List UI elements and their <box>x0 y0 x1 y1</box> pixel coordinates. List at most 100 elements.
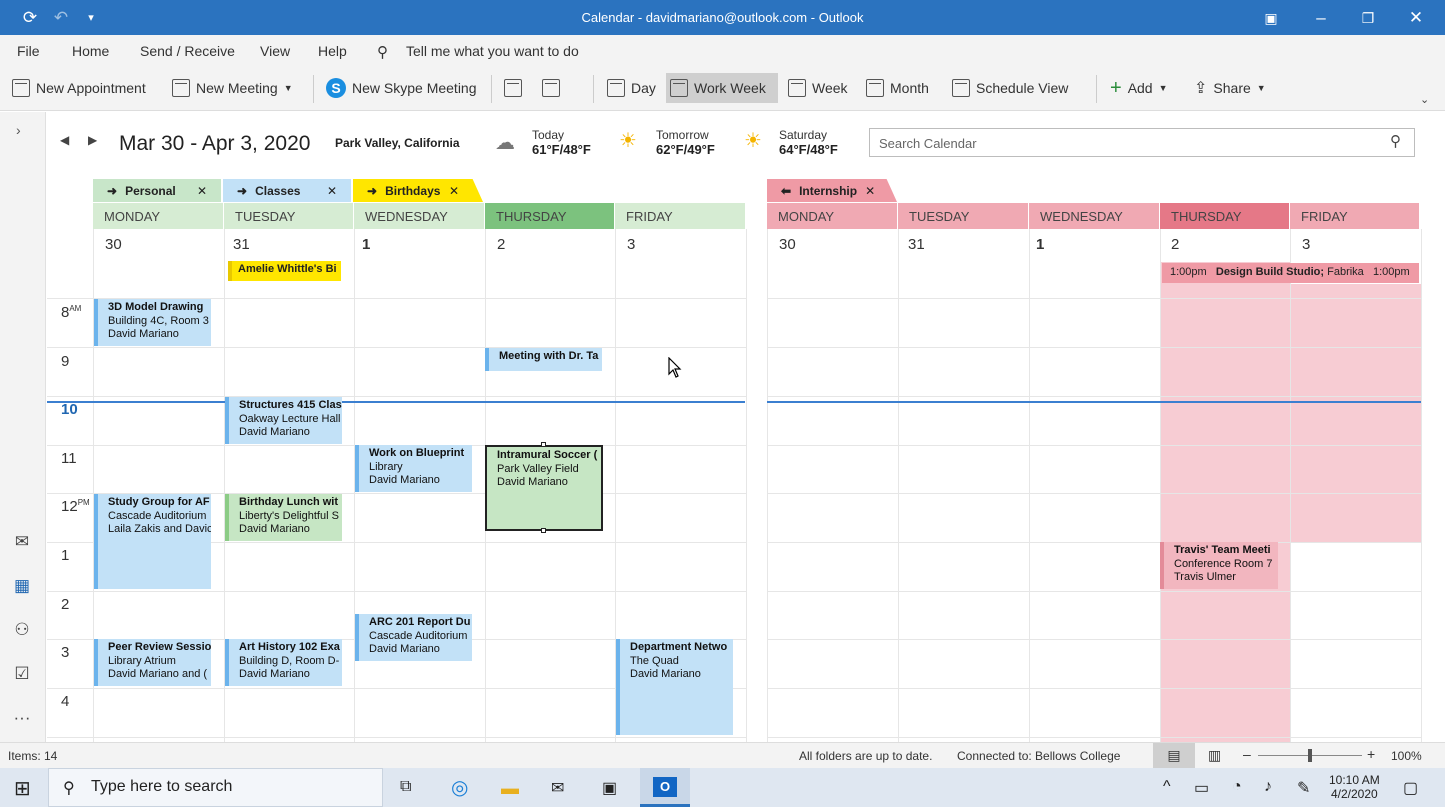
people-icon[interactable]: ⚇ <box>10 620 34 644</box>
wifi-icon[interactable]: ◔ <box>1232 778 1242 796</box>
close-icon[interactable]: ✕ <box>1405 7 1427 29</box>
zoom-slider-thumb[interactable] <box>1308 749 1312 762</box>
event-travis-team-meeting[interactable]: Travis' Team Meeti Conference Room 7 Travi… <box>1160 542 1278 589</box>
zoom-out-button[interactable]: – <box>1243 746 1251 762</box>
pen-icon[interactable]: ✎ <box>1297 778 1310 798</box>
minimize-icon[interactable]: – <box>1310 7 1332 29</box>
day-header-monday[interactable]: MONDAY <box>93 203 224 229</box>
battery-icon[interactable]: ▭ <box>1194 778 1209 798</box>
menu-view[interactable]: View <box>260 43 290 59</box>
work-week-view-button[interactable]: Work Week <box>666 73 778 103</box>
day-header-tuesday[interactable]: TUESDAY <box>224 203 354 229</box>
event-birthday-lunch[interactable]: Birthday Lunch wit Liberty's Delightful S… <box>225 494 342 541</box>
calendar-nav-icon[interactable]: ▦ <box>10 576 34 600</box>
date-number[interactable]: 1 <box>1036 236 1044 253</box>
resize-handle[interactable] <box>541 442 546 447</box>
mail-app-icon[interactable]: ✉ <box>551 778 564 798</box>
event-study-group[interactable]: Study Group for AF Cascade Auditorium Lail… <box>94 494 211 589</box>
tab-personal[interactable]: ➜ Personal ✕ <box>93 179 221 202</box>
taskbar-search-text[interactable]: Type here to search <box>91 778 232 796</box>
ribbon-display-icon[interactable]: ▣ <box>1260 7 1282 29</box>
date-number[interactable]: 31 <box>908 236 925 253</box>
tab-birthdays[interactable]: ➜ Birthdays ✕ <box>353 179 483 202</box>
event-art-history-102[interactable]: Art History 102 Exa Building D, Room D- Da… <box>225 639 342 686</box>
month-view-button[interactable]: Month <box>862 73 933 103</box>
new-appointment-button[interactable]: New Appointment <box>8 73 150 103</box>
allday-event-birthday[interactable]: Amelie Whittle's Bi <box>228 261 341 281</box>
resize-handle[interactable] <box>541 528 546 533</box>
day-header-friday[interactable]: FRIDAY <box>615 203 746 229</box>
day-header-thursday-today[interactable]: THURSDAY <box>485 203 615 229</box>
store-icon[interactable]: ▣ <box>602 778 617 798</box>
event-meeting-with-dr[interactable]: Meeting with Dr. Ta <box>485 348 602 371</box>
chevron-down-icon: ▼ <box>1256 83 1266 93</box>
date-number[interactable]: 30 <box>105 236 122 253</box>
taskbar-clock[interactable]: 10:10 AM 4/2/2020 <box>1329 773 1380 801</box>
file-explorer-icon[interactable]: ▬ <box>501 778 519 799</box>
menu-help[interactable]: Help <box>318 43 347 59</box>
close-icon[interactable]: ✕ <box>449 184 459 198</box>
date-number[interactable]: 31 <box>233 236 250 253</box>
date-number[interactable]: 2 <box>497 236 505 253</box>
event-work-on-blueprint[interactable]: Work on Blueprint Library David Mariano <box>355 445 472 492</box>
mail-icon[interactable]: ✉ <box>10 532 34 556</box>
windows-start-icon[interactable]: ⊞ <box>14 776 31 801</box>
new-skype-meeting-button[interactable]: S New Skype Meeting <box>322 73 481 103</box>
tasks-icon[interactable]: ☑ <box>10 664 34 688</box>
day-header-tuesday[interactable]: TUESDAY <box>898 203 1029 229</box>
expand-ribbon-icon[interactable]: ⌄ <box>1420 93 1429 106</box>
search-icon[interactable]: ⚲ <box>1390 132 1401 150</box>
more-apps-icon[interactable]: ··· <box>10 708 34 732</box>
normal-view-icon[interactable]: ▤ <box>1153 743 1195 768</box>
weather-tomorrow-temp: 62°F/49°F <box>656 142 715 157</box>
date-number[interactable]: 3 <box>1302 236 1310 253</box>
restore-icon[interactable]: ❐ <box>1357 7 1379 29</box>
task-view-icon[interactable]: ⧉ <box>400 778 411 796</box>
event-peer-review-session[interactable]: Peer Review Sessio Library Atrium David Ma… <box>94 639 211 686</box>
previous-week-button[interactable]: ◀ <box>60 133 69 147</box>
zoom-level[interactable]: 100% <box>1391 749 1422 763</box>
reading-view-icon[interactable]: ▥ <box>1208 747 1221 764</box>
search-calendar-input[interactable]: Search Calendar <box>869 128 1415 157</box>
add-calendar-button[interactable]: + Add ▼ <box>1106 73 1172 103</box>
expand-folder-pane-icon[interactable]: › <box>16 122 21 138</box>
tab-classes[interactable]: ➜ Classes ✕ <box>223 179 351 202</box>
day-header-monday[interactable]: MONDAY <box>767 203 898 229</box>
next-week-button[interactable]: ▶ <box>88 133 97 147</box>
date-number[interactable]: 1 <box>362 236 370 253</box>
next-7-days-button[interactable] <box>538 73 564 103</box>
schedule-view-button[interactable]: Schedule View <box>948 73 1072 103</box>
zoom-in-button[interactable]: + <box>1367 746 1375 762</box>
show-hidden-icons-icon[interactable]: ^ <box>1163 778 1171 796</box>
weather-location[interactable]: Park Valley, California <box>335 136 460 150</box>
day-header-friday[interactable]: FRIDAY <box>1290 203 1420 229</box>
date-number[interactable]: 30 <box>779 236 796 253</box>
close-icon[interactable]: ✕ <box>865 184 875 198</box>
event-structures-415[interactable]: Structures 415 Clas Oakway Lecture Hall Da… <box>225 397 342 444</box>
tab-internship[interactable]: ⬅ Internship ✕ <box>767 179 897 202</box>
day-view-button[interactable]: Day <box>603 73 660 103</box>
tell-me-search[interactable]: Tell me what you want to do <box>406 43 579 59</box>
notifications-icon[interactable]: ▢ <box>1403 778 1418 798</box>
close-icon[interactable]: ✕ <box>197 184 207 198</box>
menu-file[interactable]: File <box>17 43 40 59</box>
share-calendar-button[interactable]: ⇪ Share ▼ <box>1190 73 1270 103</box>
close-icon[interactable]: ✕ <box>327 184 337 198</box>
menu-send-receive[interactable]: Send / Receive <box>140 43 235 59</box>
allday-event-design-build-studio[interactable]: 1:00pm Design Build Studio; Fabrika 1:00… <box>1162 263 1419 283</box>
new-meeting-button[interactable]: New Meeting ▼ <box>168 73 297 103</box>
event-department-networking[interactable]: Department Netwo The Quad David Mariano <box>616 639 733 735</box>
day-header-wednesday[interactable]: WEDNESDAY <box>354 203 485 229</box>
volume-icon[interactable]: ♪ <box>1264 778 1272 796</box>
event-3d-model-drawing[interactable]: 3D Model Drawing Building 4C, Room 3 David… <box>94 299 211 346</box>
go-to-today-button[interactable] <box>500 73 526 103</box>
date-number[interactable]: 2 <box>1171 236 1179 253</box>
event-arc-201-report[interactable]: ARC 201 Report Du Cascade Auditorium David… <box>355 614 472 661</box>
day-header-wednesday[interactable]: WEDNESDAY <box>1029 203 1160 229</box>
week-view-button[interactable]: Week <box>784 73 852 103</box>
event-intramural-soccer-selected[interactable]: Intramural Soccer (Park Valley Field Davi… <box>485 445 603 531</box>
menu-home[interactable]: Home <box>72 43 109 59</box>
day-header-thursday-today[interactable]: THURSDAY <box>1160 203 1290 229</box>
date-number[interactable]: 3 <box>627 236 635 253</box>
edge-icon[interactable]: ◎ <box>451 775 468 800</box>
